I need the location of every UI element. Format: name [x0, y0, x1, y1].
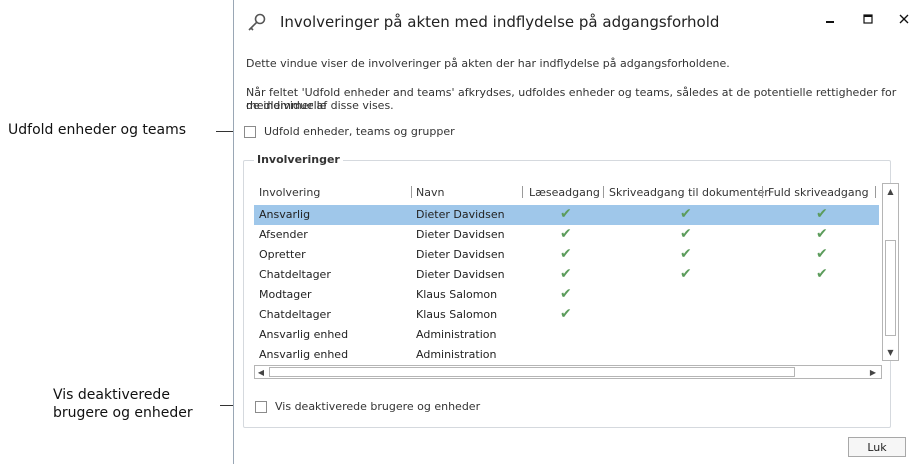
cell-involvering: Chatdeltager [259, 268, 331, 281]
expand-checkbox-row[interactable]: Udfold enheder, teams og grupper [244, 125, 455, 138]
column-separator[interactable] [411, 186, 412, 198]
involveringer-dialog: Involveringer på akten med indflydelse p… [233, 0, 910, 464]
dialog-title: Involveringer på akten med indflydelse p… [280, 13, 720, 31]
close-window-button[interactable] [890, 9, 910, 33]
info-text-1: Dette vindue viser de involveringer på a… [246, 57, 730, 70]
table-row[interactable]: Ansvarlig enhed Administration [254, 325, 879, 345]
callout-vis-line1: Vis deaktiverede [53, 387, 170, 403]
title-bar[interactable]: Involveringer på akten med indflydelse p… [234, 0, 910, 44]
cell-navn: Klaus Salomon [416, 308, 498, 321]
check-icon: ✔ [560, 206, 572, 222]
check-icon: ✔ [560, 306, 572, 322]
involveringer-group: Involveringer Involvering Navn Læseadgan… [243, 153, 899, 428]
callout-udfold: Udfold enheder og teams [8, 121, 186, 139]
check-icon: ✔ [816, 206, 828, 222]
cell-navn: Dieter Davidsen [416, 228, 505, 241]
check-icon: ✔ [560, 266, 572, 282]
deactivated-checkbox[interactable] [255, 400, 267, 413]
column-header-fuld-skriveadgang[interactable]: Fuld skriveadgang [768, 186, 869, 199]
deactivated-checkbox-row[interactable]: Vis deaktiverede brugere og enheder [255, 400, 480, 413]
expand-checkbox[interactable] [244, 125, 256, 138]
column-separator[interactable] [762, 186, 763, 198]
cell-navn: Dieter Davidsen [416, 208, 505, 221]
table-row[interactable]: Ansvarlig Dieter Davidsen ✔ ✔ ✔ [254, 205, 879, 225]
column-header-navn[interactable]: Navn [416, 186, 444, 199]
deactivated-checkbox-label: Vis deaktiverede brugere og enheder [275, 400, 481, 413]
key-icon [248, 13, 266, 31]
column-header-involvering[interactable]: Involvering [259, 186, 320, 199]
minimize-button[interactable] [816, 9, 844, 33]
check-icon: ✔ [816, 226, 828, 242]
involveringer-table: Involvering Navn Læseadgang Skriveadgang… [254, 183, 899, 383]
column-separator[interactable] [603, 186, 604, 198]
table-row[interactable]: Ansvarlig enhed Administration [254, 345, 879, 365]
group-label: Involveringer [254, 153, 343, 166]
scroll-right-icon[interactable]: ▶ [867, 365, 879, 380]
cell-involvering: Chatdeltager [259, 308, 331, 321]
table-row[interactable]: Chatdeltager Klaus Salomon ✔ [254, 305, 879, 325]
cell-involvering: Ansvarlig enhed [259, 328, 349, 341]
cell-involvering: Ansvarlig [259, 208, 311, 221]
check-icon: ✔ [680, 266, 692, 282]
column-separator[interactable] [522, 186, 523, 198]
close-icon [899, 14, 909, 24]
callout-vis: Vis deaktiverede brugere og enheder [53, 386, 193, 422]
cell-involvering: Afsender [259, 228, 308, 241]
table-row[interactable]: Chatdeltager Dieter Davidsen ✔ ✔ ✔ [254, 265, 879, 285]
cell-navn: Dieter Davidsen [416, 268, 505, 281]
check-icon: ✔ [816, 266, 828, 282]
vertical-scroll-thumb[interactable] [885, 240, 896, 336]
scroll-up-icon[interactable]: ▲ [883, 184, 898, 199]
info-text-3: medlemmer af disse vises. [246, 99, 394, 112]
cell-navn: Klaus Salomon [416, 288, 498, 301]
scroll-down-icon[interactable]: ▼ [883, 345, 898, 360]
check-icon: ✔ [680, 226, 692, 242]
table-row[interactable]: Opretter Dieter Davidsen ✔ ✔ ✔ [254, 245, 879, 265]
maximize-icon [863, 14, 873, 24]
cell-navn: Administration [416, 348, 497, 361]
check-icon: ✔ [680, 246, 692, 262]
cell-navn: Dieter Davidsen [416, 248, 505, 261]
scroll-left-icon[interactable]: ◀ [255, 365, 267, 380]
check-icon: ✔ [680, 206, 692, 222]
cell-involvering: Opretter [259, 248, 306, 261]
table-row[interactable]: Afsender Dieter Davidsen ✔ ✔ ✔ [254, 225, 879, 245]
maximize-button[interactable] [854, 9, 882, 33]
cell-involvering: Modtager [259, 288, 312, 301]
check-icon: ✔ [560, 226, 572, 242]
cell-navn: Administration [416, 328, 497, 341]
column-header-skriveadgang[interactable]: Skriveadgang til dokumenter [609, 186, 769, 199]
vertical-scrollbar[interactable]: ▲ ▼ [882, 183, 899, 361]
table-header: Involvering Navn Læseadgang Skriveadgang… [254, 183, 879, 201]
callout-vis-line2: brugere og enheder [53, 405, 193, 421]
expand-checkbox-label: Udfold enheder, teams og grupper [264, 125, 455, 138]
table-row[interactable]: Modtager Klaus Salomon ✔ [254, 285, 879, 305]
check-icon: ✔ [560, 286, 572, 302]
check-icon: ✔ [560, 246, 572, 262]
column-separator[interactable] [875, 186, 876, 198]
check-icon: ✔ [816, 246, 828, 262]
callout-udfold-text: Udfold enheder og teams [8, 122, 187, 138]
luk-button[interactable]: Luk [848, 437, 906, 457]
column-header-laeseadgang[interactable]: Læseadgang [529, 186, 600, 199]
horizontal-scrollbar[interactable]: ◀ ▶ [254, 365, 882, 379]
minimize-icon [826, 21, 834, 23]
horizontal-scroll-thumb[interactable] [269, 367, 795, 377]
cell-involvering: Ansvarlig enhed [259, 348, 349, 361]
